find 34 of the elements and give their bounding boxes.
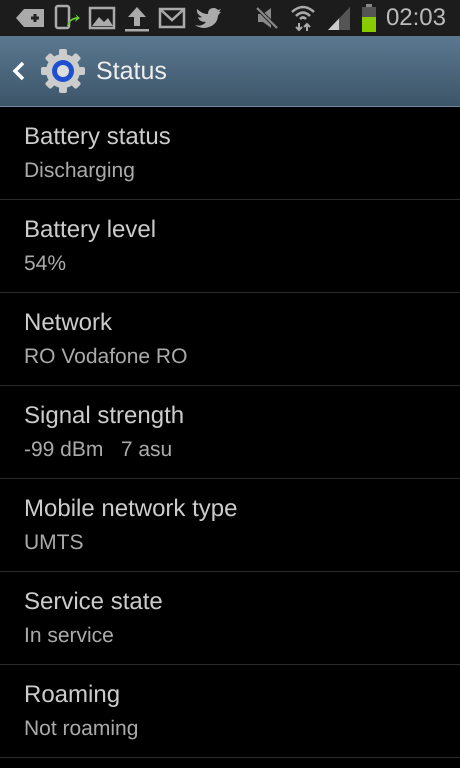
- gear-icon: [40, 48, 86, 94]
- item-label: Battery level: [24, 216, 158, 244]
- status-row[interactable]: Roaming Not roaming: [0, 665, 460, 758]
- item-label: Service state: [24, 588, 164, 616]
- status-row[interactable]: Network RO Vodafone RO: [0, 293, 460, 386]
- clock-time: 02:03: [386, 4, 446, 32]
- wifi-icon: [290, 4, 316, 32]
- image-icon: [88, 6, 116, 30]
- status-row[interactable]: Battery level 54%: [0, 200, 460, 293]
- status-row[interactable]: Service state In service: [0, 572, 460, 665]
- phone-icon: [53, 4, 81, 32]
- back-icon: [12, 60, 26, 82]
- item-label: Battery status: [24, 123, 172, 151]
- item-value: Not roaming: [24, 717, 140, 741]
- signal-icon: [326, 5, 352, 31]
- item-value: -99 dBm 7 asu: [24, 438, 174, 462]
- item-value: UMTS: [24, 531, 84, 555]
- status-row[interactable]: Battery status Discharging: [0, 107, 460, 200]
- item-value: Discharging: [24, 159, 136, 183]
- battery-icon: [362, 4, 376, 32]
- item-value: In service: [24, 624, 115, 648]
- add-tag-icon: [14, 6, 46, 30]
- status-row[interactable]: Mobile network type UMTS: [0, 479, 460, 572]
- mute-icon: [254, 5, 280, 31]
- item-label: Roaming: [24, 681, 122, 709]
- screen-title: Status: [96, 56, 167, 86]
- item-label: Mobile network type: [24, 495, 238, 523]
- item-label: Signal strength: [24, 402, 186, 430]
- item-label: Network: [24, 309, 114, 337]
- bird-icon: [193, 6, 221, 30]
- item-value: 54%: [24, 252, 68, 276]
- item-value: RO Vodafone RO: [24, 345, 188, 369]
- status-row[interactable]: Signal strength -99 dBm 7 asu: [0, 386, 460, 479]
- mail-icon: [158, 7, 186, 29]
